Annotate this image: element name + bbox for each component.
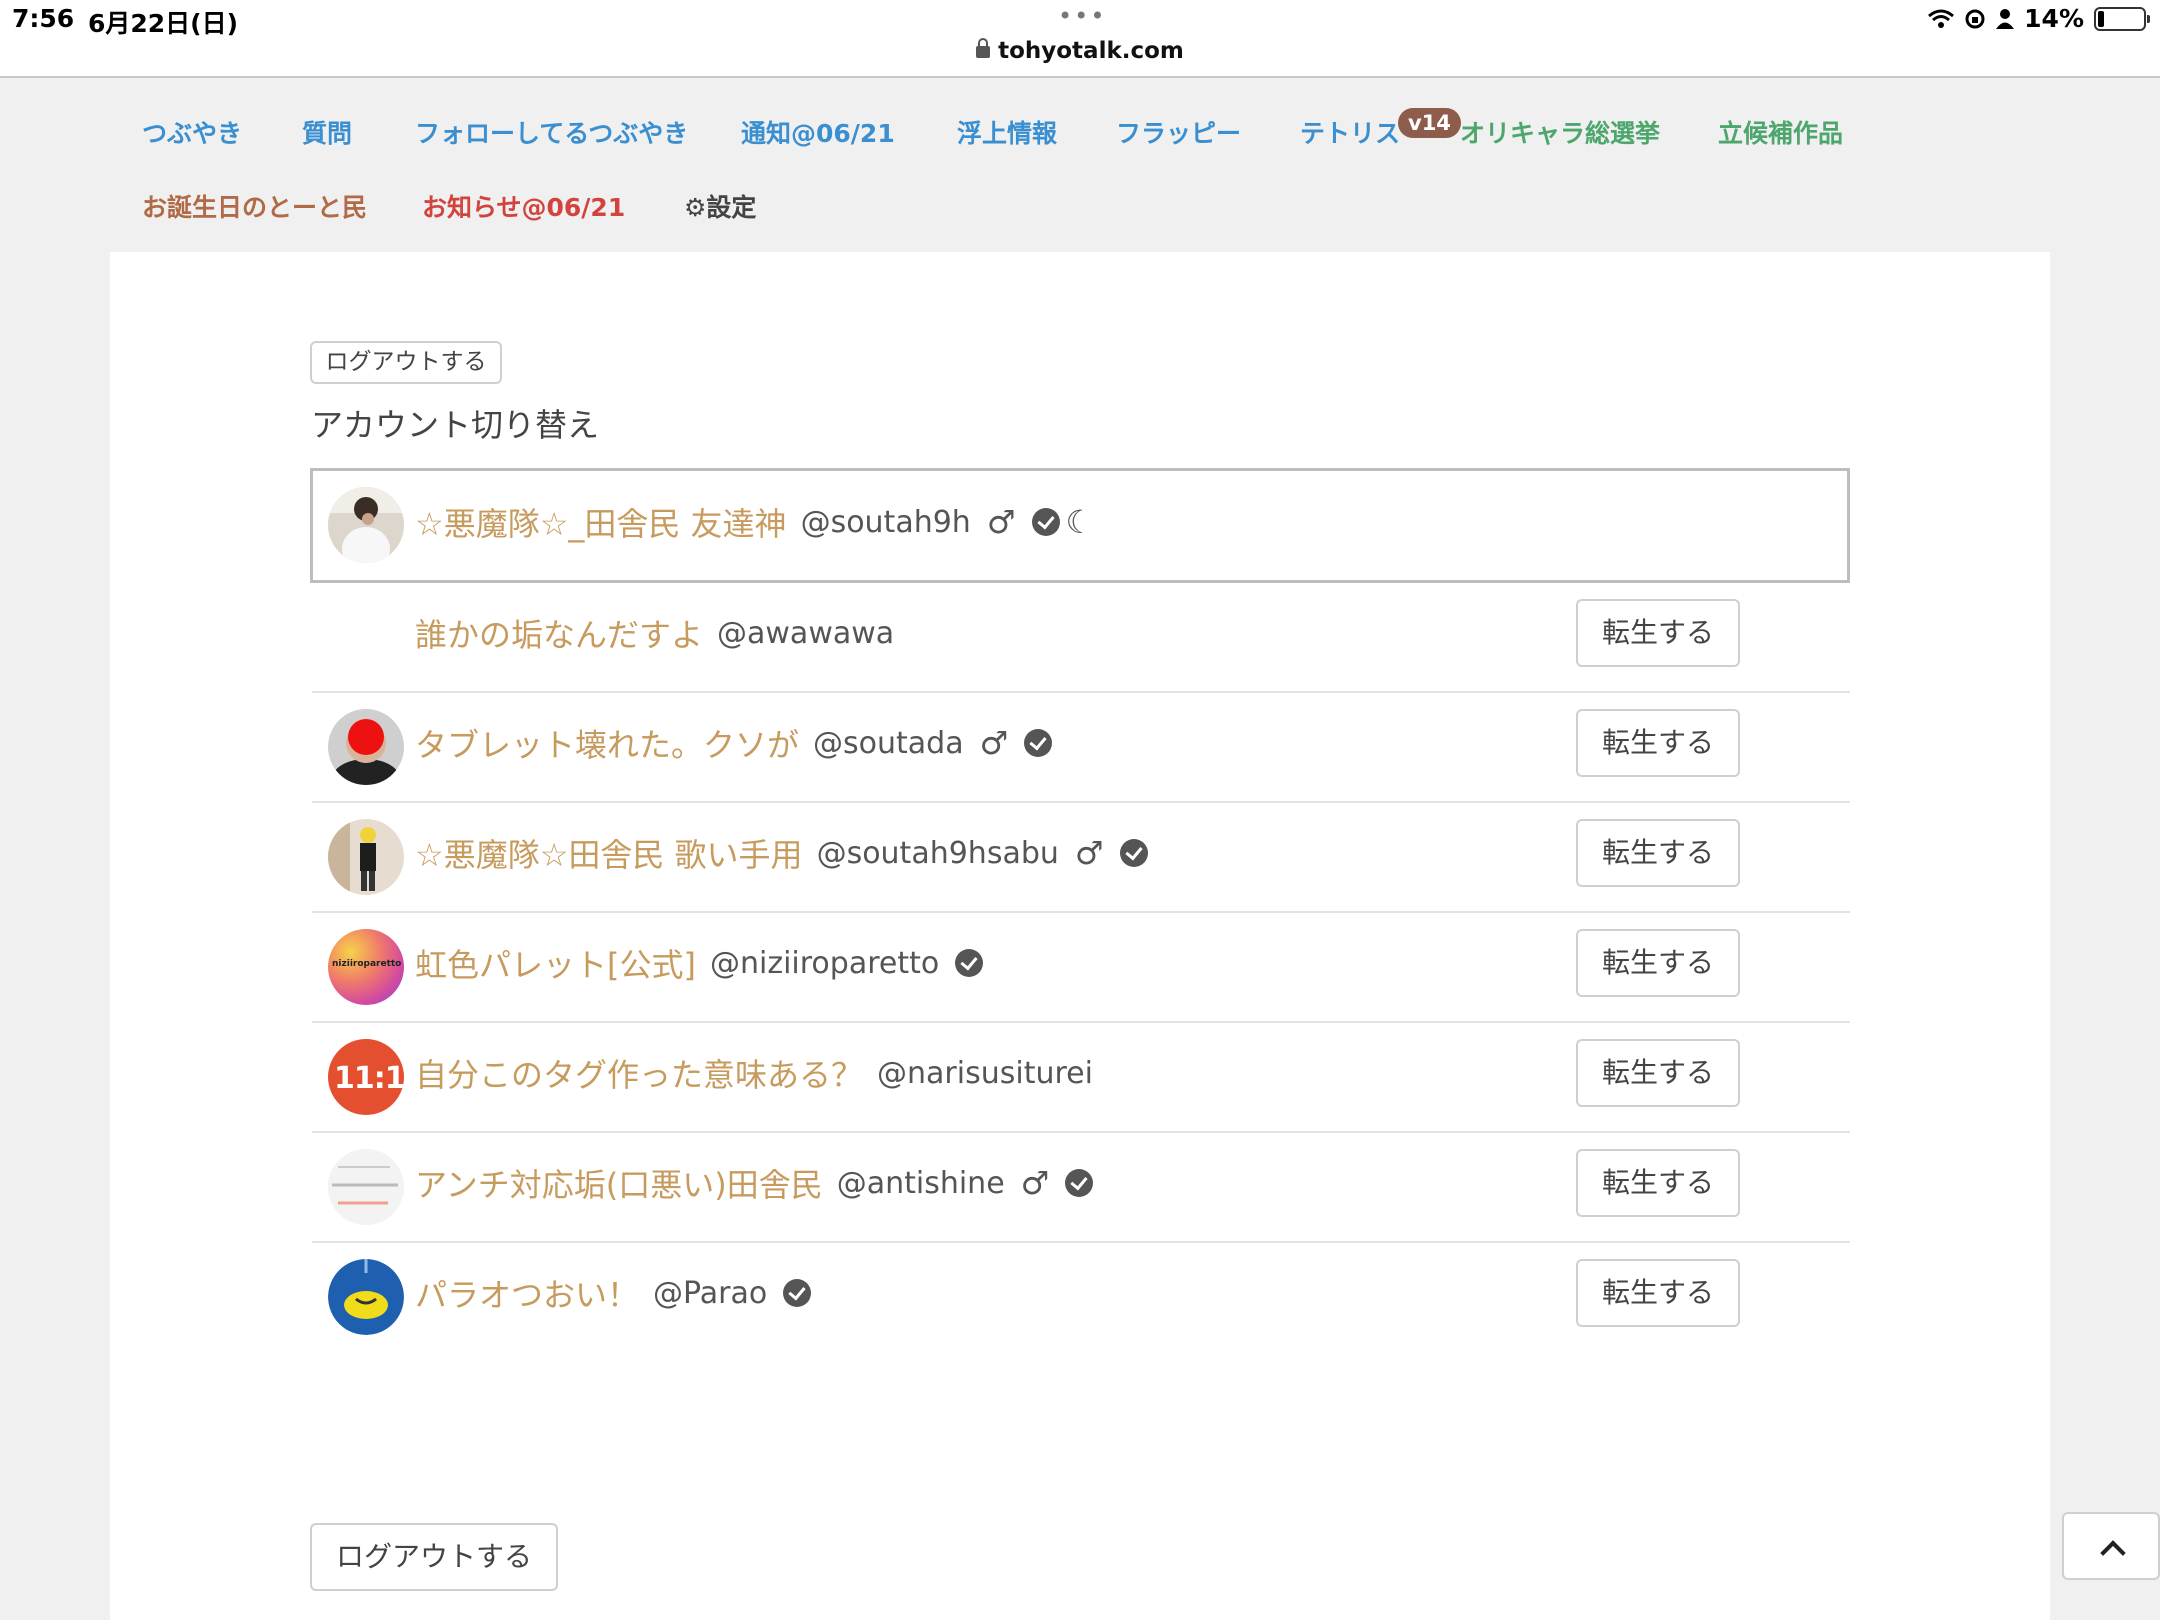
row-divider — [312, 1241, 1850, 1243]
male-icon: ♂ — [979, 724, 1009, 762]
switch-account-button[interactable]: 転生する — [1576, 1149, 1740, 1217]
battery-percent: 14% — [2024, 4, 2084, 33]
tetris-version-badge: v14 — [1398, 108, 1461, 138]
account-name[interactable]: パラオつおい！ — [415, 1270, 639, 1316]
verified-check-icon — [783, 1279, 812, 1307]
account-handle: @soutada — [813, 725, 964, 761]
moon-icon: ☾ — [1065, 503, 1095, 541]
account-name[interactable]: アンチ対応垢(口悪い)田舎民 — [415, 1160, 823, 1206]
logout-button-bottom[interactable]: ログアウトする — [310, 1523, 558, 1591]
male-icon: ♂ — [986, 503, 1016, 541]
account-handle: @antishine — [836, 1165, 1005, 1201]
account-name[interactable]: 虹色パレット[公式] — [415, 940, 696, 986]
nav-questions[interactable]: 質問 — [302, 114, 352, 150]
account-info: タブレット壊れた。クソが @soutada ♂ — [415, 718, 1053, 768]
avatar: niziiroparetto — [328, 929, 404, 1005]
account-name[interactable]: 自分このタグ作った意味ある？ — [415, 1050, 863, 1096]
account-name[interactable]: タブレット壊れた。クソが — [415, 720, 799, 766]
nav-settings[interactable]: ⚙設定 — [684, 188, 756, 224]
nav-notifications[interactable]: 通知@06/21 — [741, 114, 895, 150]
account-handle: @narisusiturei — [877, 1055, 1093, 1091]
address-bar[interactable]: tohyotalk.com — [0, 38, 2160, 64]
person-icon — [1996, 8, 2015, 29]
account-info: 自分このタグ作った意味ある？ @narisusiturei — [415, 1048, 1093, 1098]
switch-account-button[interactable]: 転生する — [1576, 929, 1740, 997]
status-time: 7:56 — [12, 4, 75, 33]
avatar — [328, 709, 404, 785]
wifi-icon — [1928, 9, 1955, 28]
avatar: 11:11 — [328, 1039, 404, 1115]
row-divider — [312, 1021, 1850, 1023]
account-info: 虹色パレット[公式] @niziiroparetto — [415, 938, 984, 988]
verified-check-icon — [955, 949, 984, 977]
verified-check-icon — [1024, 729, 1053, 757]
nav-following-tsubuyaki[interactable]: フォローしてるつぶやき — [415, 114, 688, 150]
verified-check-icon — [1065, 1169, 1094, 1197]
account-handle: @soutah9h — [800, 504, 971, 540]
status-icons: 14% — [1928, 4, 2150, 33]
nav-original-character-election[interactable]: オリキャラ総選挙 — [1460, 114, 1660, 150]
row-divider — [312, 691, 1850, 693]
nav-tsubuyaki[interactable]: つぶやき — [142, 114, 242, 150]
gear-icon: ⚙ — [684, 193, 707, 222]
male-icon: ♂ — [1074, 834, 1104, 872]
nav-online-info[interactable]: 浮上情報 — [957, 114, 1057, 150]
logout-button[interactable]: ログアウトする — [310, 341, 502, 384]
male-icon: ♂ — [1020, 1164, 1050, 1202]
avatar — [328, 1259, 404, 1335]
verified-check-icon — [1031, 508, 1060, 536]
account-info: パラオつおい！ @Parao — [415, 1268, 812, 1318]
status-date: 6月22日(日) — [88, 9, 239, 38]
scroll-to-top-button[interactable] — [2062, 1512, 2160, 1580]
row-divider — [312, 1131, 1850, 1133]
main-panel — [110, 252, 2050, 1620]
avatar — [328, 1149, 404, 1225]
switch-account-button[interactable]: 転生する — [1576, 1039, 1740, 1107]
switch-account-button[interactable]: 転生する — [1576, 819, 1740, 887]
more-dots-icon[interactable]: ••• — [1058, 2, 1106, 30]
account-name[interactable]: 誰かの垢なんだすよ — [415, 610, 703, 656]
lock-icon — [976, 38, 991, 58]
screen-lock-icon — [1965, 9, 1985, 28]
battery-icon — [2094, 6, 2150, 31]
avatar — [328, 819, 404, 895]
nav-tetris[interactable]: テトリス — [1300, 114, 1400, 150]
nav-announcements[interactable]: お知らせ@06/21 — [422, 188, 625, 224]
switch-account-button[interactable]: 転生する — [1576, 1259, 1740, 1327]
row-divider — [312, 911, 1850, 913]
account-name[interactable]: ☆悪魔隊☆_田舎民 友達神 — [415, 499, 787, 545]
account-info: 誰かの垢なんだすよ @awawawa — [415, 608, 894, 658]
nav-flappy[interactable]: フラッピー — [1116, 114, 1241, 150]
account-handle: @awawawa — [717, 615, 895, 651]
switch-account-button[interactable]: 転生する — [1576, 709, 1740, 777]
url-text: tohyotalk.com — [998, 38, 1184, 64]
status-bar: 7:56 6月22日(日) ••• tohyotalk.com 14% — [0, 0, 2160, 78]
account-handle: @soutah9hsabu — [816, 835, 1059, 871]
switch-account-button[interactable]: 転生する — [1576, 599, 1740, 667]
account-handle: @Parao — [653, 1275, 768, 1311]
account-info: ☆悪魔隊☆田舎民 歌い手用 @soutah9hsabu ♂ — [415, 828, 1148, 878]
account-handle: @niziiroparetto — [709, 945, 940, 981]
row-divider — [312, 801, 1850, 803]
account-name[interactable]: ☆悪魔隊☆田舎民 歌い手用 — [415, 830, 803, 876]
account-switch-title: アカウント切り替え — [311, 406, 600, 444]
nav-birthday-users[interactable]: お誕生日のとーと民 — [142, 188, 367, 224]
nav-candidate-works[interactable]: 立候補作品 — [1718, 114, 1843, 150]
current-account-info: ☆悪魔隊☆_田舎民 友達神 @soutah9h ♂ ☾ — [415, 497, 1094, 547]
verified-check-icon — [1119, 839, 1148, 867]
avatar — [328, 487, 404, 563]
account-info: アンチ対応垢(口悪い)田舎民 @antishine ♂ — [415, 1158, 1094, 1208]
